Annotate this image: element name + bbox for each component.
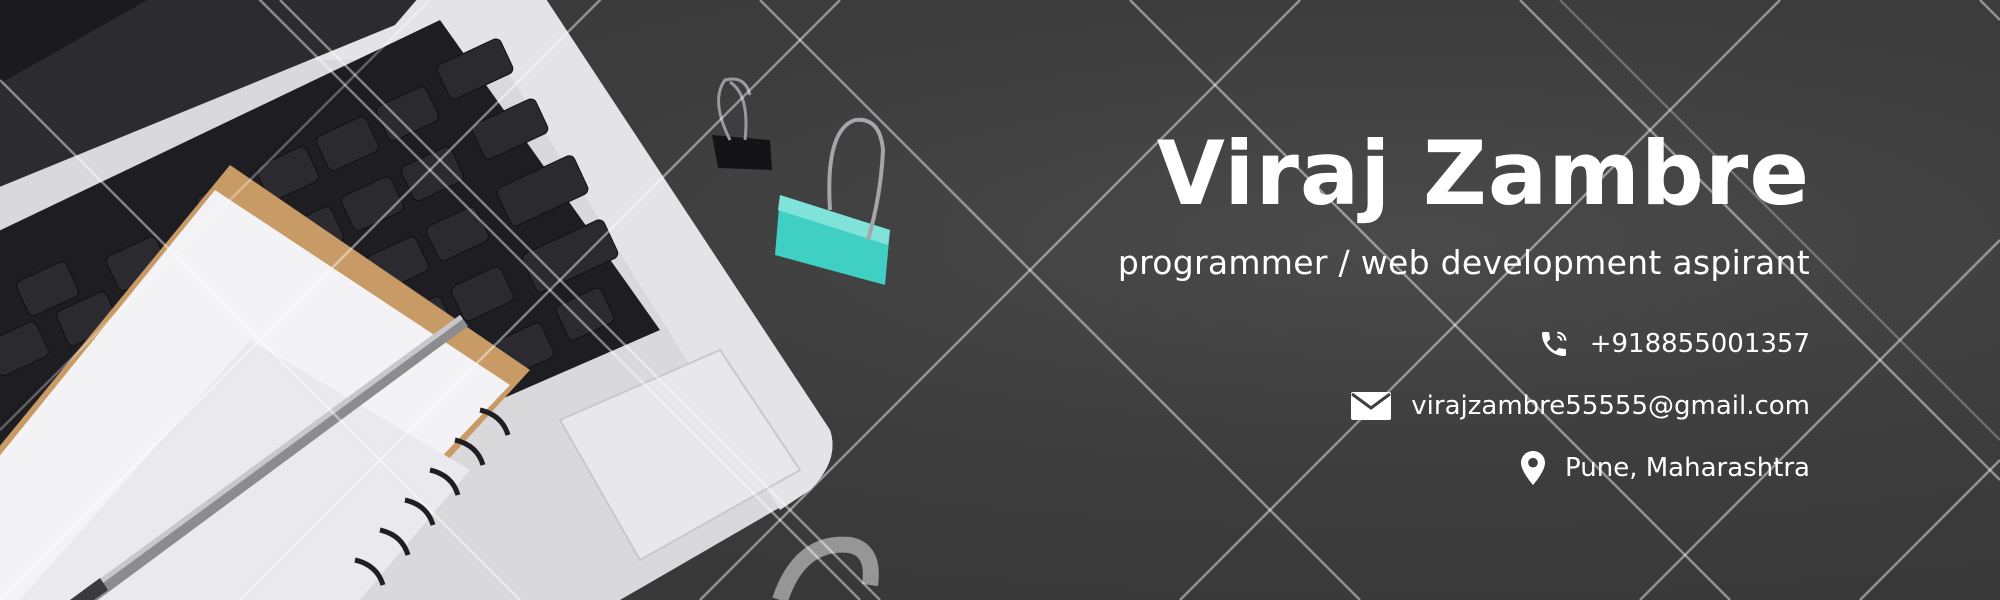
profile-tagline: programmer / web development aspirant [1117,243,1810,282]
contact-list: +918855001357 virajzambre55555@gmail.com… [910,313,1810,499]
map-pin-icon [1521,451,1546,485]
phone-icon [1538,328,1570,360]
profile-info: Viraj Zambre programmer / web developmen… [910,130,1810,499]
contact-phone[interactable]: +918855001357 [910,313,1810,375]
envelope-icon [1351,392,1392,420]
header-banner: Viraj Zambre programmer / web developmen… [0,0,2000,600]
contact-email-value: virajzambre55555@gmail.com [1411,391,1810,421]
contact-location-value: Pune, Maharashtra [1565,453,1810,483]
contact-email[interactable]: virajzambre55555@gmail.com [910,375,1810,437]
profile-name: Viraj Zambre [1156,122,1810,225]
contact-location: Pune, Maharashtra [910,437,1810,499]
contact-phone-value: +918855001357 [1589,329,1810,359]
